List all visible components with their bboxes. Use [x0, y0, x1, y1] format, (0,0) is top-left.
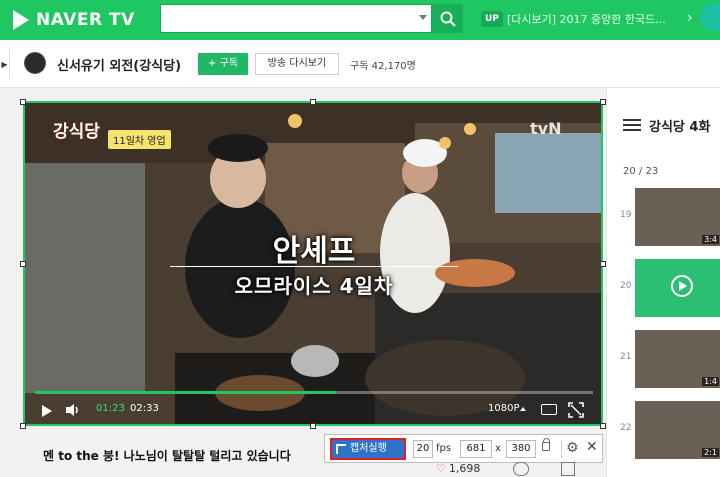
playlist-item[interactable]: 22 2:1: [617, 401, 720, 459]
width-input[interactable]: 681: [460, 440, 492, 458]
playlist-item[interactable]: 19 3:4: [617, 188, 720, 246]
naver-tv-logo[interactable]: NAVER TV: [13, 8, 135, 32]
comment-icon[interactable]: [513, 462, 529, 476]
dimension-separator: x: [495, 443, 501, 454]
lock-icon[interactable]: [542, 438, 550, 451]
search-button[interactable]: [432, 4, 463, 33]
heart-icon: ♡: [436, 462, 446, 475]
quality-selector[interactable]: 1080P: [488, 403, 519, 414]
playlist-thumbnail[interactable]: 2:1: [635, 401, 720, 459]
subtitle-divider: [170, 266, 458, 267]
duration: 02:33: [130, 403, 159, 414]
clip-title: 멘 to the 붕! 나노님이 탈탈탈 털리고 있습니다: [43, 449, 291, 463]
playlist-sidebar: 강식당 4화 20 / 23 19 3:4 20 21 1:4 22 2:1: [606, 88, 720, 477]
height-input[interactable]: 380: [506, 440, 536, 458]
playlist-item-number: 22: [620, 423, 632, 433]
playlist-icon: [623, 119, 641, 131]
like-count: 1,698: [448, 462, 481, 475]
up-badge: UP: [481, 11, 503, 27]
broadcaster-logo: tvN: [530, 119, 562, 138]
caret-up-icon[interactable]: [520, 407, 526, 411]
current-time: 01:23: [96, 403, 125, 414]
naver-tv-page: NAVER TV UP [다시보기] 2017 중앙한 한국드... › ▶ 신…: [0, 0, 720, 477]
close-icon[interactable]: ✕: [586, 439, 598, 455]
fps-label: fps: [436, 443, 452, 454]
playlist-item-duration: 3:4: [702, 235, 719, 244]
playlist-item-duration: 2:1: [702, 448, 719, 457]
playlist-count: 20 / 23: [623, 166, 659, 177]
playlist-item[interactable]: 21 1:4: [617, 330, 720, 388]
fps-input[interactable]: 20: [413, 440, 433, 458]
replay-button[interactable]: 방송 다시보기: [255, 53, 339, 75]
capture-toolbar: 캡처실행 20 fps 681 x 380 ⚙ ✕: [324, 434, 603, 463]
subscriber-count: 구독 42,170명: [350, 61, 416, 72]
play-icon[interactable]: [42, 405, 52, 417]
resize-handle[interactable]: [310, 423, 316, 429]
subtitle-sub: 오므라이스 4일차: [234, 274, 394, 298]
share-icon[interactable]: [561, 462, 575, 476]
video-player[interactable]: 강식당 11일차 영업 tvN 안셰프 오므라이스 4일차 01:23 02:3…: [25, 103, 603, 426]
crop-icon: [336, 444, 346, 454]
day-badge: 11일차 영업: [108, 130, 171, 149]
search-input[interactable]: [160, 4, 432, 33]
resize-handle[interactable]: [20, 99, 26, 105]
channel-avatar[interactable]: [24, 52, 46, 74]
top-bar: NAVER TV UP [다시보기] 2017 중앙한 한국드... ›: [0, 0, 720, 40]
subscribe-button[interactable]: + 구독: [198, 53, 248, 75]
fullscreen-icon[interactable]: [568, 402, 584, 418]
channel-nav-arrow-icon[interactable]: ▶: [0, 49, 10, 79]
playlist-item-duration: 1:4: [702, 377, 719, 386]
play-logo-icon: [13, 10, 29, 30]
theater-mode-icon[interactable]: [541, 404, 557, 415]
toolbar-divider: [561, 440, 562, 458]
subtitle-main: 안셰프: [272, 234, 356, 269]
channel-bar: ▶ 신서유기 외전(강식당) + 구독 방송 다시보기 구독 42,170명: [0, 40, 720, 88]
like-button[interactable]: ♡ 1,698: [436, 462, 480, 475]
playlist-thumbnail[interactable]: 3:4: [635, 188, 720, 246]
volume-icon[interactable]: [65, 403, 81, 417]
capture-button-label: 캡처실행: [350, 443, 387, 454]
play-circle-icon: [671, 275, 693, 297]
resize-handle[interactable]: [20, 261, 26, 267]
progress-bar[interactable]: [35, 391, 593, 394]
resize-handle[interactable]: [20, 423, 26, 429]
playlist-thumbnail[interactable]: [635, 259, 720, 317]
playlist-item-active[interactable]: 20: [617, 259, 720, 317]
chevron-right-icon[interactable]: ›: [687, 10, 693, 26]
capture-button[interactable]: 캡처실행: [330, 438, 406, 460]
progress-fill: [35, 391, 337, 394]
show-title-overlay: 강식당: [53, 122, 100, 142]
playlist-thumbnail[interactable]: 1:4: [635, 330, 720, 388]
playlist-item-number: 19: [620, 210, 632, 220]
gear-icon[interactable]: ⚙: [566, 440, 579, 456]
search-dropdown-icon[interactable]: [419, 15, 427, 20]
resize-handle[interactable]: [310, 99, 316, 105]
channel-title[interactable]: 신서유기 외전(강식당): [57, 55, 181, 74]
user-avatar[interactable]: [700, 3, 720, 31]
playlist-item-number: 21: [620, 352, 632, 362]
recommended-link[interactable]: [다시보기] 2017 중앙한 한국드...: [507, 11, 677, 27]
playlist-heading[interactable]: 강식당 4화: [649, 116, 710, 135]
playlist-item-number: 20: [620, 281, 632, 291]
logo-text: NAVER TV: [36, 10, 135, 30]
search-icon: [440, 11, 456, 27]
